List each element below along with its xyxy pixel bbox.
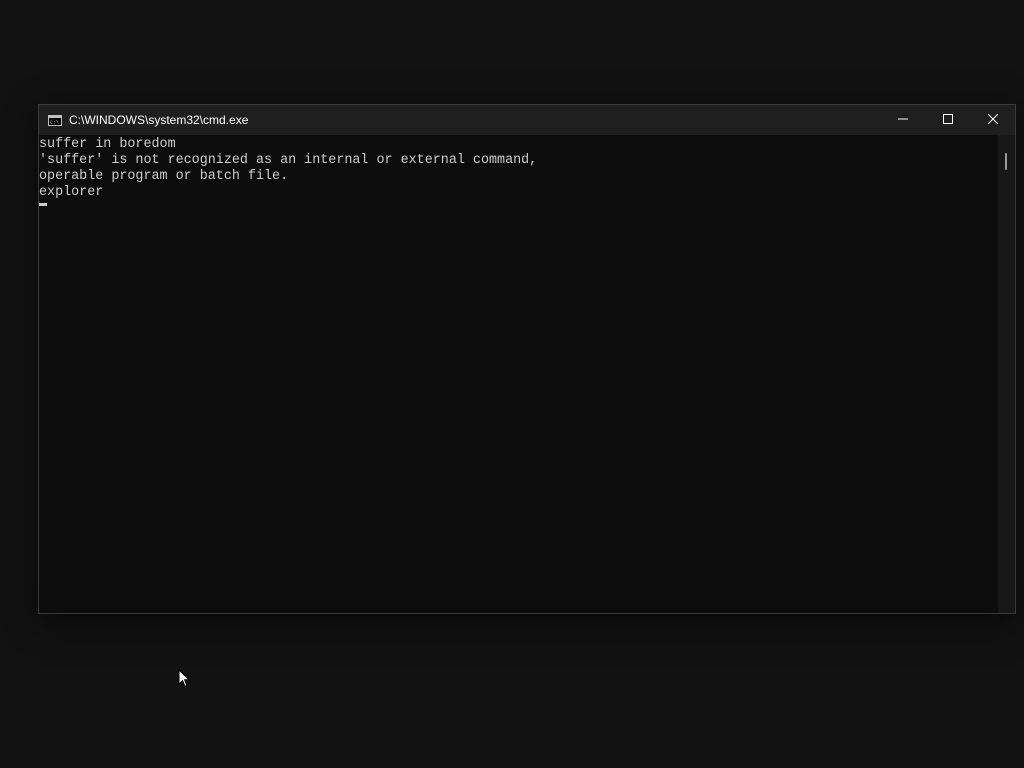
svg-text:C:\: C:\ [50,120,59,126]
close-button[interactable] [970,105,1015,135]
window-title: C:\WINDOWS\system32\cmd.exe [69,113,249,127]
caption-buttons [880,105,1015,135]
text-cursor [39,203,47,206]
minimize-button[interactable] [880,105,925,135]
console-line: explorer [39,185,104,200]
close-icon [987,111,998,129]
console-line: suffer in boredom [39,137,176,152]
maximize-icon [942,111,953,129]
console-line: 'suffer' is not recognized as an interna… [39,153,538,168]
console-output[interactable]: suffer in boredom 'suffer' is not recogn… [39,135,999,613]
title-bar[interactable]: C:\ C:\WINDOWS\system32\cmd.exe [39,105,1015,135]
desktop: C:\ C:\WINDOWS\system32\cmd.exe suffer i… [0,0,1024,768]
scrollbar-thumb[interactable] [1005,153,1007,170]
cmd-window: C:\ C:\WINDOWS\system32\cmd.exe suffer i… [38,104,1016,614]
maximize-button[interactable] [925,105,970,135]
minimize-icon [897,111,908,129]
mouse-pointer-icon [178,668,191,693]
console-line: operable program or batch file. [39,169,289,184]
vertical-scrollbar[interactable] [998,135,1015,613]
console-icon: C:\ [47,114,63,126]
